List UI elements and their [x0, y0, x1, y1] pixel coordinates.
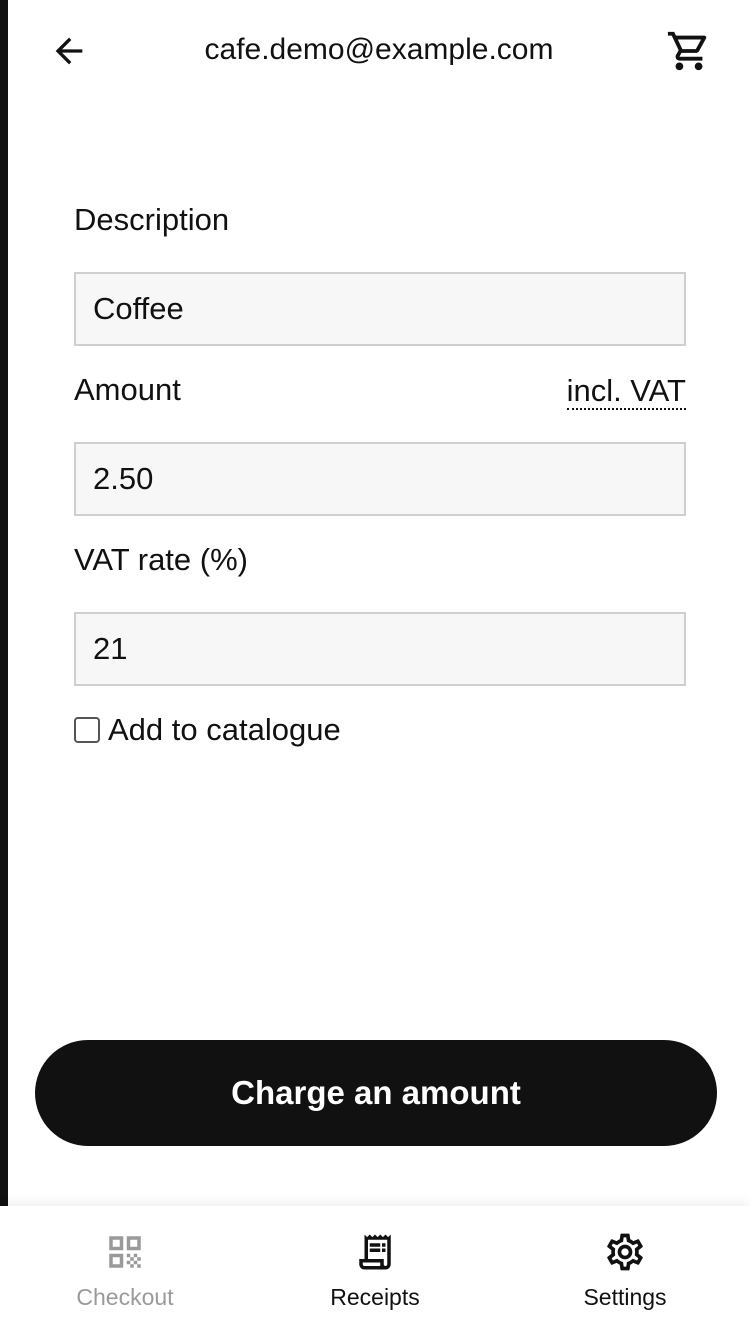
- nav-label-settings: Settings: [583, 1284, 667, 1310]
- nav-item-settings[interactable]: Settings: [500, 1206, 750, 1334]
- description-group: Description: [74, 200, 686, 346]
- amount-label: Amount: [74, 372, 181, 407]
- vat-rate-label: VAT rate (%): [74, 542, 248, 577]
- amount-group: Amount incl. VAT: [74, 370, 686, 516]
- receipt-icon: [359, 1234, 391, 1270]
- vat-rate-group: VAT rate (%): [74, 540, 686, 686]
- charge-amount-screen: cafe.demo@example.com Description Amount…: [0, 0, 750, 1334]
- left-edge-divider: [0, 0, 8, 1206]
- description-input[interactable]: [74, 272, 686, 346]
- back-button[interactable]: [46, 28, 92, 74]
- shopping-cart-icon: [667, 31, 707, 71]
- header: cafe.demo@example.com: [8, 0, 750, 100]
- catalogue-option: Add to catalogue: [74, 710, 686, 750]
- nav-label-checkout: Checkout: [76, 1284, 174, 1310]
- nav-item-receipts[interactable]: Receipts: [250, 1206, 500, 1334]
- vat-rate-input[interactable]: [74, 612, 686, 686]
- add-to-catalogue-label[interactable]: Add to catalogue: [108, 712, 341, 748]
- charge-form: Description Amount incl. VAT VAT rate (%…: [74, 200, 686, 750]
- amount-input[interactable]: [74, 442, 686, 516]
- vat-inclusion-toggle[interactable]: incl. VAT: [566, 374, 686, 410]
- gear-icon: [607, 1233, 643, 1271]
- charge-amount-button[interactable]: Charge an amount: [35, 1040, 717, 1146]
- qr-code-icon: [109, 1236, 141, 1268]
- nav-label-receipts: Receipts: [330, 1284, 420, 1310]
- bottom-navigation: Checkout Receipts Settings: [0, 1206, 750, 1334]
- cart-button[interactable]: [664, 26, 714, 76]
- arrow-left-icon: [55, 37, 83, 65]
- description-label: Description: [74, 202, 230, 237]
- nav-item-checkout[interactable]: Checkout: [0, 1206, 250, 1334]
- account-email: cafe.demo@example.com: [204, 33, 554, 66]
- add-to-catalogue-checkbox[interactable]: [74, 717, 100, 743]
